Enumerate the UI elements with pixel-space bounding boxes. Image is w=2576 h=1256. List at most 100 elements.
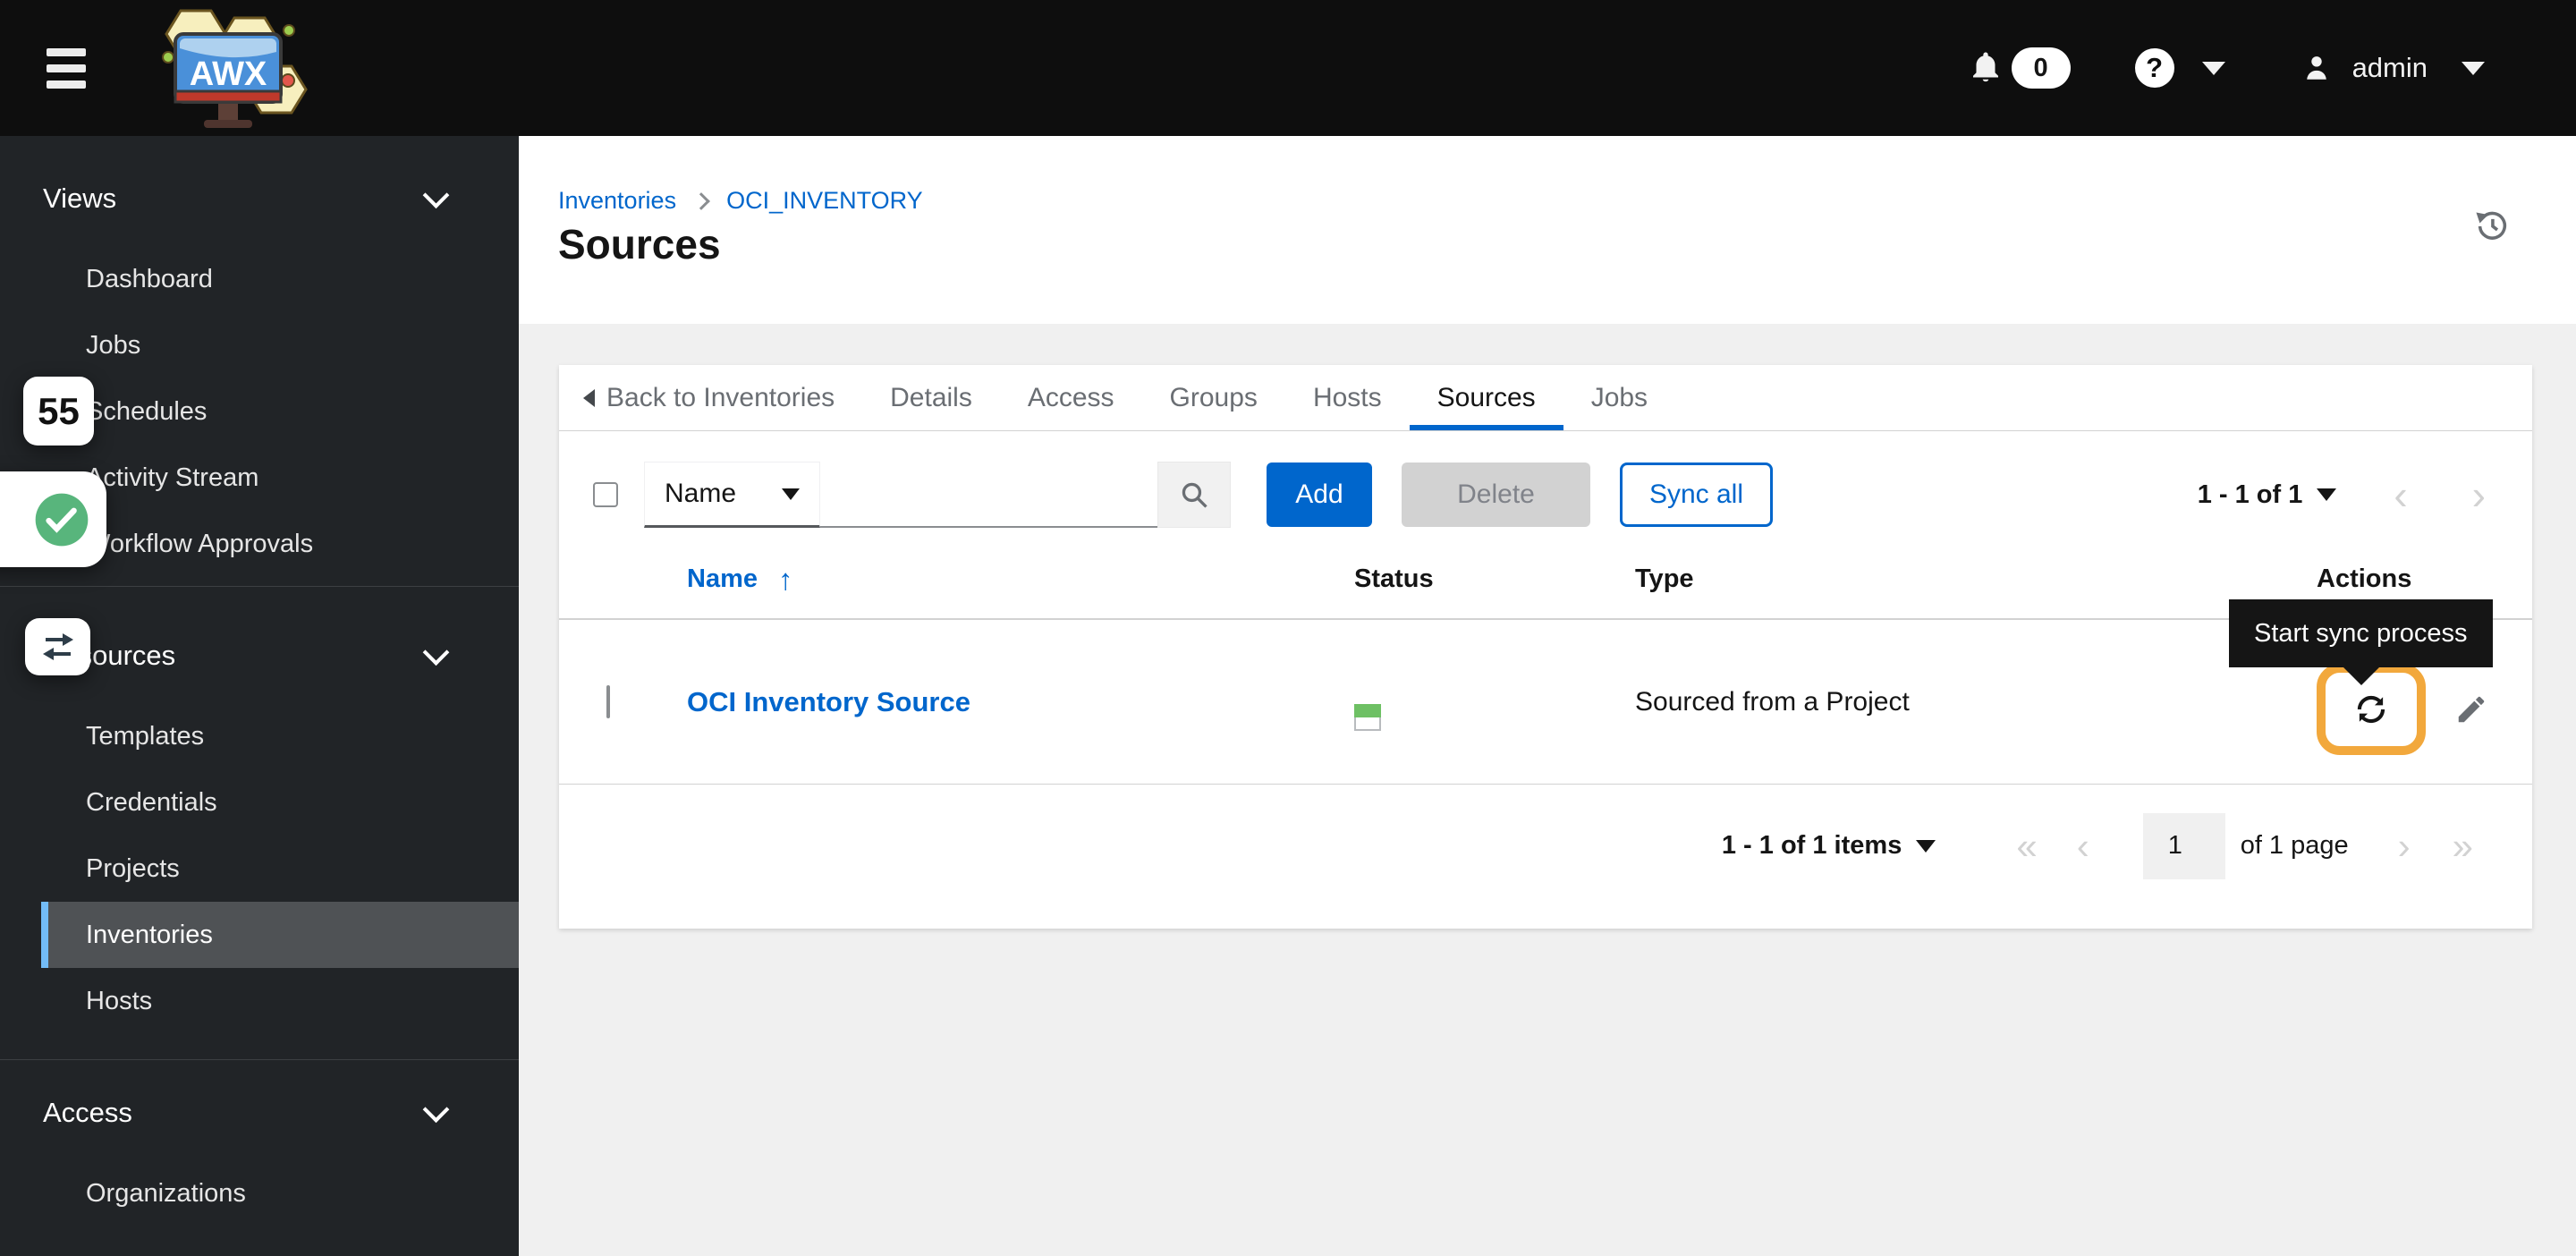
tab-access[interactable]: Access (1000, 365, 1142, 430)
sidebar-item-templates[interactable]: Templates (0, 703, 519, 769)
column-header-type: Type (1635, 564, 2311, 594)
sidebar-item-dashboard[interactable]: Dashboard (0, 246, 519, 312)
select-all-checkbox[interactable] (593, 482, 618, 507)
sync-icon (2352, 691, 2390, 728)
overlay-count-badge: 55 (23, 377, 94, 446)
nav-group-access[interactable]: Access (0, 1080, 519, 1146)
overlay-transfer-badge (25, 618, 90, 675)
tab-details[interactable]: Details (862, 365, 1000, 430)
tab-label: Groups (1170, 383, 1258, 413)
row-checkbox[interactable] (606, 685, 610, 718)
activity-history-icon[interactable] (2474, 208, 2510, 243)
next-page-button[interactable]: › (2398, 827, 2411, 865)
sidebar-item-organizations[interactable]: Organizations (0, 1160, 519, 1226)
tab-jobs[interactable]: Jobs (1563, 365, 1675, 430)
sidebar-item-label: Credentials (86, 788, 217, 818)
help-icon[interactable]: ? (2135, 48, 2174, 88)
select-caret-icon (782, 488, 800, 500)
tab-label: Jobs (1591, 383, 1648, 413)
tab-groups[interactable]: Groups (1142, 365, 1285, 430)
sync-all-button[interactable]: Sync all (1620, 463, 1773, 527)
sidebar-divider (0, 1059, 519, 1060)
pagination-caret-icon[interactable] (2317, 488, 2336, 501)
nav-group-views[interactable]: Views (0, 165, 519, 232)
back-caret-icon (583, 389, 595, 407)
items-per-page-caret-icon[interactable] (1916, 840, 1936, 853)
svg-text:AWX: AWX (190, 55, 267, 93)
awx-logo-image: AWX (129, 2, 313, 134)
next-page-button[interactable]: › (2472, 474, 2486, 515)
nav-group-label: Views (43, 182, 116, 215)
search-input[interactable] (820, 462, 1157, 528)
sidebar-item-inventories[interactable]: Inventories (41, 902, 519, 968)
tab-label: Back to Inventories (606, 383, 835, 413)
sidebar-divider (0, 586, 519, 587)
column-header-name[interactable]: Name (687, 564, 758, 594)
sidebar-item-label: Activity Stream (86, 463, 258, 493)
sidebar-item-projects[interactable]: Projects (0, 836, 519, 902)
tab-sources[interactable]: Sources (1410, 365, 1563, 430)
previous-page-button[interactable]: ‹ (2077, 827, 2089, 865)
page-title: Sources (558, 220, 721, 268)
tooltip-text: Start sync process (2254, 619, 2468, 649)
start-sync-tooltip: Start sync process (2229, 599, 2493, 667)
breadcrumb-separator-icon (692, 192, 710, 210)
page-header: Inventories OCI_INVENTORY Sources (519, 136, 2576, 324)
sidebar-item-credentials[interactable]: Credentials (0, 769, 519, 836)
page-body: Back to Inventories Details Access Group… (519, 324, 2576, 1256)
page-count-label: of 1 page (2241, 831, 2349, 861)
nav-group-label: Access (43, 1097, 132, 1129)
user-dropdown-caret-icon[interactable] (2462, 62, 2485, 75)
tab-label: Details (890, 383, 972, 413)
overlay-success-badge (0, 471, 106, 567)
source-name-link[interactable]: OCI Inventory Source (687, 686, 970, 718)
check-circle-icon (33, 491, 90, 548)
source-status-icon[interactable] (1354, 704, 1381, 731)
first-page-button[interactable]: « (2016, 827, 2037, 865)
last-page-button[interactable]: » (2453, 827, 2473, 865)
list-toolbar: Name Add Delete Sync all 1 - 1 of 1 ‹ › (593, 462, 2486, 528)
breadcrumb-link-inventories[interactable]: Inventories (558, 187, 676, 215)
pagination-summary: 1 - 1 of 1 (2198, 480, 2303, 510)
awx-sources-page: { "colors": { "primary_blue": "#0066cc",… (0, 0, 2576, 1256)
notifications-bell-icon[interactable] (1967, 49, 2004, 87)
sort-ascending-icon[interactable]: ↑ (778, 563, 793, 597)
breadcrumb-link-oci-inventory[interactable]: OCI_INVENTORY (726, 187, 923, 215)
column-header-status: Status (1354, 564, 1635, 594)
tab-hosts[interactable]: Hosts (1285, 365, 1410, 430)
current-page-input[interactable] (2143, 813, 2225, 879)
previous-page-button[interactable]: ‹ (2394, 474, 2407, 515)
sidebar-item-label: Workflow Approvals (86, 530, 313, 559)
sidebar-item-hosts[interactable]: Hosts (0, 968, 519, 1034)
column-header-actions: Actions (2311, 564, 2532, 594)
items-summary: 1 - 1 of 1 items (1722, 831, 1902, 861)
sidebar-item-jobs[interactable]: Jobs (0, 312, 519, 378)
masthead: AWX 0 ? admin (0, 0, 2576, 136)
delete-button[interactable]: Delete (1402, 463, 1590, 527)
search-button[interactable] (1157, 462, 1231, 528)
sidebar-item-label: Jobs (86, 331, 140, 361)
sidebar-item-label: Hosts (86, 987, 152, 1016)
username[interactable]: admin (2352, 52, 2428, 84)
tab-back-to-inventories[interactable]: Back to Inventories (583, 365, 862, 430)
help-dropdown-caret-icon[interactable] (2202, 62, 2225, 75)
chevron-down-icon (423, 182, 450, 208)
edit-pencil-icon[interactable] (2454, 692, 2488, 726)
sidebar-item-label: Organizations (86, 1179, 246, 1209)
breadcrumb: Inventories OCI_INVENTORY (558, 187, 923, 215)
transfer-arrows-icon (37, 628, 80, 666)
sidebar-item-label: Schedules (86, 397, 207, 427)
sidebar-item-label: Templates (86, 722, 204, 751)
search-icon (1178, 479, 1210, 511)
sidebar-item-label: Projects (86, 854, 180, 884)
search-attribute-select[interactable]: Name (644, 462, 820, 528)
sidebar-item-label: Inventories (86, 921, 213, 950)
tab-label: Sources (1437, 383, 1536, 413)
user-icon (2301, 52, 2333, 84)
add-button[interactable]: Add (1267, 463, 1372, 527)
sidebar: Views Dashboard Jobs Schedules Activity … (0, 136, 519, 1256)
tab-label: Hosts (1313, 383, 1382, 413)
awx-logo[interactable]: AWX (129, 0, 313, 136)
search-attribute-value: Name (665, 479, 736, 509)
nav-toggle-button[interactable] (47, 48, 86, 89)
